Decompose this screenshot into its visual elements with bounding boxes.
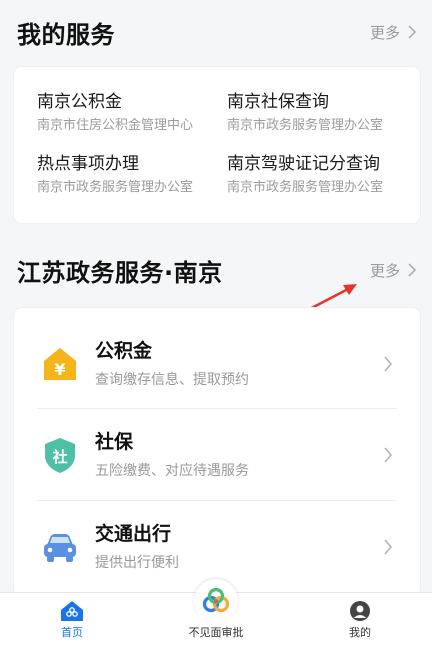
chevron-right-icon (408, 263, 417, 277)
svg-text:¥: ¥ (54, 360, 65, 379)
yuan-house-icon: ¥ (44, 347, 76, 380)
approval-logo-icon (194, 579, 238, 623)
service-org: 南京市政务服务管理办公室 (227, 180, 384, 195)
svg-text:社: 社 (51, 448, 67, 466)
my-services-more-link[interactable]: 更多 (370, 22, 418, 43)
item-desc: 查询缴存信息、提取预约 (95, 371, 249, 388)
item-desc: 提供出行便利 (95, 554, 179, 571)
service-item[interactable]: 热点事项办理 南京市政务服务管理办公室 (37, 153, 222, 197)
jiangsu-services-card: ¥ 公积金 查询缴存信息、提取预约 社 社保 五险缴费、对应待遇服务 交通出行 … (14, 308, 420, 598)
item-title: 交通出行 (95, 522, 172, 545)
service-item[interactable]: 南京社保查询 南京市政务服务管理办公室 (227, 91, 412, 135)
my-services-header: 我的服务 更多 (17, 15, 418, 49)
service-org: 南京市政务服务管理办公室 (227, 118, 384, 133)
item-title: 公积金 (95, 339, 153, 362)
chevron-right-icon (408, 25, 417, 39)
profile-icon (350, 601, 370, 621)
service-org: 南京市住房公积金管理中心 (37, 118, 194, 133)
service-name: 南京社保查询 (227, 92, 329, 112)
more-label: 更多 (369, 261, 400, 280)
jiangsu-title: 江苏政务服务·南京 (17, 258, 223, 287)
service-name: 南京公积金 (37, 92, 122, 112)
service-item[interactable]: 南京公积金 南京市住房公积金管理中心 (37, 91, 222, 135)
more-label: 更多 (369, 23, 400, 42)
my-services-card: 南京公积金 南京市住房公积金管理中心 南京社保查询 南京市政务服务管理办公室 热… (14, 67, 420, 223)
bottom-tab-bar: 首页 不见面审批 我的 (0, 579, 432, 645)
home-icon (61, 601, 83, 621)
shield-icon: 社 (45, 437, 75, 473)
chevron-right-icon (384, 355, 393, 372)
jiangsu-more-link[interactable]: 更多 (370, 260, 418, 281)
tab-label: 首页 (61, 626, 83, 639)
service-name: 热点事项办理 (37, 154, 139, 174)
tab-label: 不见面审批 (188, 626, 244, 639)
list-item-social-security[interactable]: 社 社保 五险缴费、对应待遇服务 (37, 409, 397, 500)
item-title: 社保 (95, 430, 134, 453)
list-item-housing-fund[interactable]: ¥ 公积金 查询缴存信息、提取预约 (37, 318, 397, 409)
item-desc: 五险缴费、对应待遇服务 (95, 462, 249, 479)
tab-profile[interactable]: 我的 (288, 593, 432, 645)
tab-home[interactable]: 首页 (0, 593, 144, 645)
my-services-title: 我的服务 (17, 20, 115, 49)
service-name: 南京驾驶证记分查询 (227, 154, 380, 174)
tab-approval[interactable]: 不见面审批 (144, 579, 288, 645)
chevron-right-icon (384, 538, 393, 555)
service-org: 南京市政务服务管理办公室 (37, 180, 194, 195)
service-item[interactable]: 南京驾驶证记分查询 南京市政务服务管理办公室 (227, 153, 412, 197)
tab-label: 我的 (349, 626, 371, 639)
chevron-right-icon (384, 446, 393, 463)
car-icon (44, 533, 76, 562)
